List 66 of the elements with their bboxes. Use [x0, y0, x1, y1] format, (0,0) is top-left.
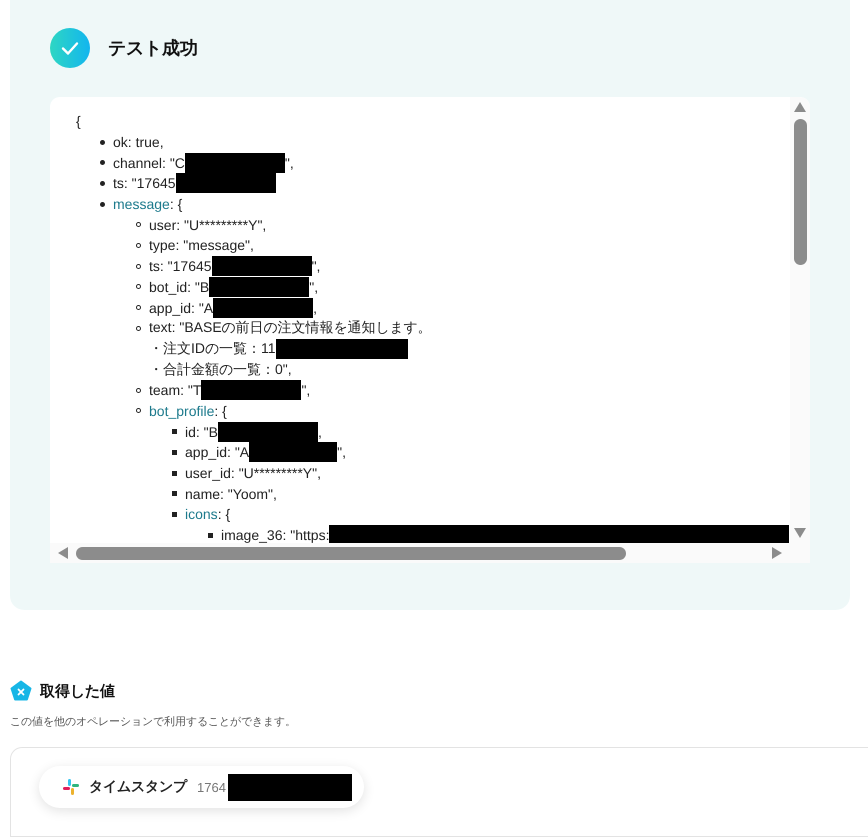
right-arrow-icon[interactable]: [770, 547, 784, 559]
down-arrow-icon[interactable]: [793, 527, 807, 539]
code-text: : {: [214, 402, 227, 419]
value-text: 1764: [197, 780, 226, 794]
result-title: テスト成功: [108, 37, 198, 60]
code-text: bot_id: "B: [149, 278, 210, 295]
scrollbar-thumb[interactable]: [76, 546, 626, 560]
bullet-icon: [100, 202, 105, 207]
object-key: icons: [185, 506, 218, 522]
code-text: user: "U*********Y",: [149, 216, 266, 233]
bullet-icon: [136, 326, 141, 331]
code-text: {: [76, 113, 81, 130]
bullet-icon: [208, 532, 213, 538]
object-key: message: [113, 196, 170, 212]
bullet-icon: [136, 264, 141, 269]
value-label: タイムスタンプ: [89, 778, 187, 796]
code-text: team: "T: [149, 382, 202, 398]
code-text: ",: [337, 444, 346, 460]
code-text: : {: [170, 196, 182, 212]
code-text: channel: "C: [113, 154, 185, 171]
bullet-icon: [100, 180, 105, 186]
code-text: name: "Yoom",: [185, 486, 277, 502]
code-text: ,: [313, 300, 318, 316]
section-description: この値を他のオペレーションで利用することができます。: [10, 715, 297, 729]
object-key: bot_profile: [149, 402, 214, 419]
bullet-icon: [172, 491, 177, 496]
section-title: 取得した値: [40, 682, 115, 700]
bullet-icon: [136, 388, 141, 393]
bullet-icon: [100, 160, 105, 166]
code-text: app_id: "A: [149, 300, 214, 316]
bullet-icon: [172, 470, 177, 476]
scrollbar-thumb[interactable]: [794, 119, 806, 265]
up-arrow-icon[interactable]: [793, 101, 807, 113]
bullet-icon: [136, 408, 141, 414]
vertical-scrollbar[interactable]: [790, 97, 810, 543]
code-text: user_id: "U*********Y",: [185, 465, 322, 482]
value-chip[interactable]: タイムスタンプ 1764: [39, 766, 364, 808]
code-text: text: "BASEの前日の注文情報を通知します。: [149, 319, 432, 338]
code-text: ts: "17645: [149, 258, 212, 274]
code-text: ",: [284, 154, 294, 171]
bullet-icon: [172, 512, 177, 517]
variable-icon: [10, 680, 32, 702]
bullet-icon: [136, 305, 141, 310]
code-text: type: "message",: [149, 237, 254, 254]
code-text: id: "B: [185, 424, 218, 440]
bullet-icon: [172, 450, 177, 455]
code-text: ok: true,: [113, 134, 164, 150]
check-icon: [50, 28, 90, 68]
code-text: app_id: "A: [185, 444, 250, 460]
bullet-icon: [172, 429, 177, 434]
code-text: ",: [301, 382, 310, 398]
code-text: ",: [312, 258, 320, 274]
code-text: image_36: "https:: [221, 527, 330, 543]
code-text: ・合計金額の一覧：0",: [149, 360, 292, 379]
bullet-icon: [136, 242, 141, 248]
pinwheel-icon: [63, 779, 79, 795]
horizontal-scrollbar[interactable]: [50, 543, 790, 563]
left-arrow-icon[interactable]: [56, 547, 70, 559]
code-text: ・注文IDの一覧：11: [149, 340, 276, 358]
code-text: ",: [309, 278, 318, 295]
code-text: ts: "17645: [113, 175, 176, 192]
code-text: ,: [318, 424, 322, 440]
bullet-icon: [136, 284, 141, 290]
bullet-icon: [100, 140, 105, 145]
bullet-icon: [136, 222, 141, 228]
code-text: : {: [218, 506, 230, 522]
